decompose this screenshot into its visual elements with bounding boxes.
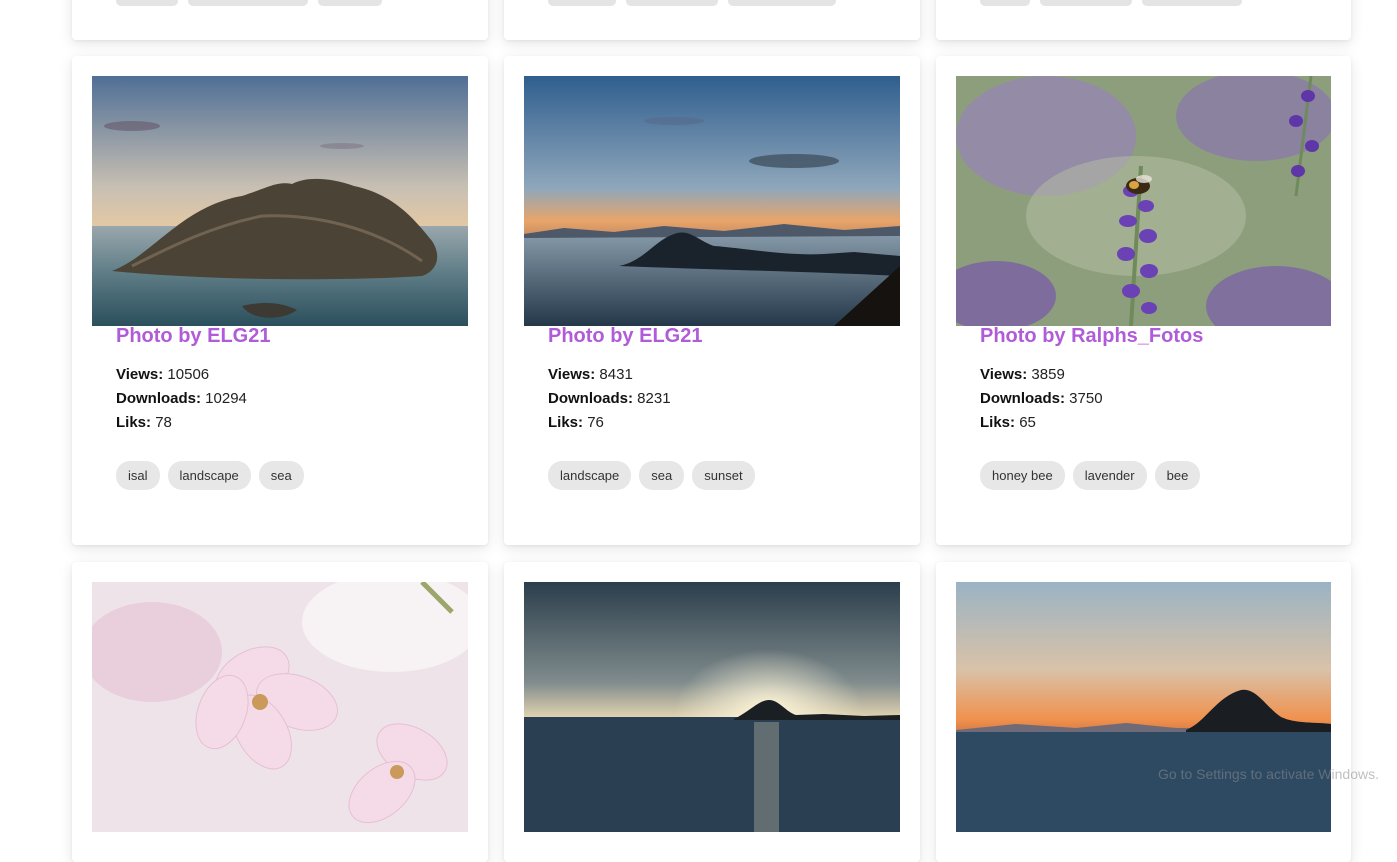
downloads-label: Downloads:: [980, 390, 1065, 407]
tag[interactable]: sea: [639, 461, 685, 490]
island-sunset-photo[interactable]: [956, 582, 1331, 832]
rocky-island-sea-photo[interactable]: [92, 76, 468, 326]
photo-card[interactable]: [936, 562, 1351, 862]
downloads-label: Downloads:: [548, 390, 633, 407]
downloads-stat: Downloads: 10294: [116, 387, 468, 411]
photo-card-partial-3[interactable]: [936, 0, 1351, 40]
tag-partial: [116, 0, 178, 6]
tag-list: honey bee lavender bee: [980, 461, 1201, 490]
downloads-value: 8231: [637, 390, 671, 407]
sea-sunrise-photo[interactable]: [524, 582, 900, 832]
tag-partial: [318, 0, 382, 6]
tag-partial: [1142, 0, 1242, 6]
views-label: Views:: [980, 366, 1028, 383]
likes-label: Liks:: [548, 414, 584, 431]
tag-list: isal landscape sea: [116, 461, 304, 490]
likes-stat: Liks: 78: [116, 411, 468, 435]
views-label: Views:: [548, 366, 596, 383]
cherry-blossom-photo[interactable]: [92, 582, 468, 832]
views-value: 10506: [167, 366, 210, 383]
tag[interactable]: honey bee: [980, 461, 1065, 490]
tag[interactable]: sea: [258, 461, 304, 490]
coastal-sunset-photo[interactable]: [524, 76, 900, 326]
downloads-stat: Downloads: 8231: [548, 387, 900, 411]
tag-partial: [728, 0, 836, 6]
likes-stat: Liks: 65: [980, 411, 1331, 435]
views-stat: Views: 10506: [116, 363, 468, 387]
photo-card[interactable]: Photo by ELG21 Views: 8431 Downloads: 82…: [504, 56, 920, 545]
likes-value: 76: [587, 414, 604, 431]
tag-list: landscape sea sunset: [548, 461, 755, 490]
tag[interactable]: isal: [116, 461, 160, 490]
likes-value: 78: [155, 414, 172, 431]
lavender-bee-photo[interactable]: [956, 76, 1331, 326]
likes-label: Liks:: [116, 414, 152, 431]
tag[interactable]: bee: [1154, 461, 1201, 490]
likes-label: Liks:: [980, 414, 1016, 431]
tag[interactable]: lavender: [1072, 461, 1147, 490]
photo-title[interactable]: Photo by Ralphs_Fotos: [980, 319, 1331, 353]
tag-partial: [980, 0, 1030, 6]
photo-card[interactable]: Photo by ELG21 Views: 10506 Downloads: 1…: [72, 56, 488, 545]
views-value: 3859: [1031, 366, 1065, 383]
photo-card-partial-2[interactable]: [504, 0, 920, 40]
downloads-stat: Downloads: 3750: [980, 387, 1331, 411]
views-label: Views:: [116, 366, 164, 383]
photo-card[interactable]: Photo by Ralphs_Fotos Views: 3859 Downlo…: [936, 56, 1351, 545]
tag[interactable]: landscape: [548, 461, 632, 490]
downloads-value: 10294: [205, 390, 247, 407]
likes-value: 65: [1019, 414, 1036, 431]
tag[interactable]: sunset: [692, 461, 755, 490]
views-value: 8431: [599, 366, 633, 383]
likes-stat: Liks: 76: [548, 411, 900, 435]
tag-partial: [548, 0, 616, 6]
views-stat: Views: 3859: [980, 363, 1331, 387]
photo-card[interactable]: [504, 562, 920, 862]
photo-card[interactable]: [72, 562, 488, 862]
photo-title[interactable]: Photo by ELG21: [548, 319, 900, 353]
downloads-value: 3750: [1069, 390, 1103, 407]
tag-partial: [188, 0, 308, 6]
tag[interactable]: landscape: [167, 461, 251, 490]
downloads-label: Downloads:: [116, 390, 201, 407]
activation-watermark: Go to Settings to activate Windows.: [1158, 766, 1379, 782]
tag-partial: [626, 0, 718, 6]
views-stat: Views: 8431: [548, 363, 900, 387]
tag-partial: [1040, 0, 1132, 6]
photo-card-partial-1[interactable]: [72, 0, 488, 40]
photo-title[interactable]: Photo by ELG21: [116, 319, 468, 353]
